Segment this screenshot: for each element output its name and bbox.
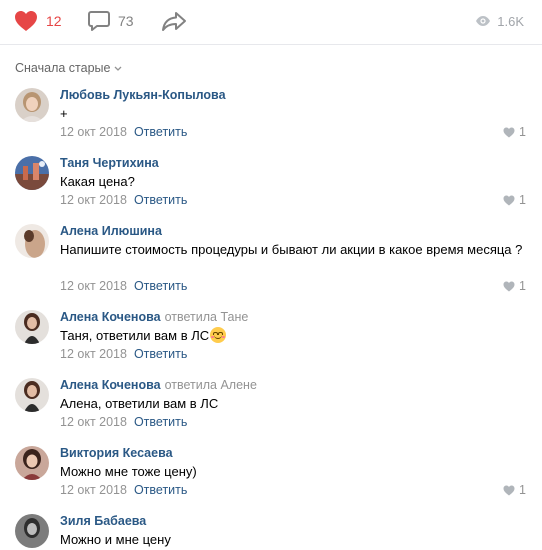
comment-date[interactable]: 12 окт 2018 (60, 347, 127, 361)
heart-icon (503, 485, 515, 495)
comment-item: Таня Чертихина Какая цена? 12 окт 2018 От… (0, 156, 542, 216)
comment-author[interactable]: Любовь Лукьян-Копылова (60, 88, 226, 102)
comment-header: Алена Илюшина (60, 224, 162, 238)
comment-meta: 12 окт 2018 Ответить (60, 483, 187, 497)
comment-date[interactable]: 12 окт 2018 (60, 279, 127, 293)
comment-meta: 12 окт 2018 Ответить (60, 415, 187, 429)
reply-to-name[interactable]: Алене (220, 378, 256, 392)
reply-to-name[interactable]: Тане (220, 310, 248, 324)
comment-author[interactable]: Алена Коченова (60, 310, 161, 324)
comment-date[interactable]: 12 окт 2018 (60, 125, 127, 139)
reply-button[interactable]: Ответить (134, 125, 187, 139)
avatar[interactable] (15, 88, 49, 122)
comment-like-count: 1 (519, 193, 526, 207)
comment-like-count: 1 (519, 279, 526, 293)
like-button[interactable]: 12 (14, 8, 62, 34)
comment-item: Алена Коченова ответила Алене Алена, отве… (0, 378, 542, 438)
comment-like-count: 1 (519, 125, 526, 139)
comment-like-button[interactable]: 1 (503, 125, 526, 139)
sort-label: Сначала старые (15, 61, 111, 75)
reply-button[interactable]: Ответить (134, 415, 187, 429)
comment-text: Можно и мне цену (60, 532, 171, 547)
avatar[interactable] (15, 310, 49, 344)
like-count: 12 (46, 13, 62, 29)
comment-author[interactable]: Таня Чертихина (60, 156, 159, 170)
comment-meta: 12 окт 2018 Ответить (60, 347, 187, 361)
comment-date[interactable]: 12 окт 2018 (60, 415, 127, 429)
comment-header: Алена Коченова ответила Тане (60, 310, 248, 324)
heart-icon (503, 195, 515, 205)
comment-header: Виктория Кесаева (60, 446, 173, 460)
reply-verb: ответила (164, 310, 217, 324)
comment-date[interactable]: 12 окт 2018 (60, 483, 127, 497)
actions-divider (0, 44, 542, 45)
comment-author[interactable]: Виктория Кесаева (60, 446, 173, 460)
comment-item: Алена Илюшина Напишите стоимость процеду… (0, 224, 542, 293)
comment-like-button[interactable]: 1 (503, 193, 526, 207)
share-icon (162, 12, 186, 31)
comment-item: Зиля Бабаева Можно и мне цену (0, 514, 542, 550)
comment-text-content: Таня, ответили вам в ЛС (60, 328, 210, 343)
views-count: 1.6K (497, 13, 524, 29)
comment-item: Любовь Лукьян-Копылова + 12 окт 2018 Отве… (0, 88, 542, 148)
comment-author[interactable]: Алена Коченова (60, 378, 161, 392)
share-button[interactable] (161, 8, 187, 34)
comment-text: Напишите стоимость процедуры и бывают ли… (60, 242, 523, 257)
comment-text: Можно мне тоже цену) (60, 464, 197, 479)
views-counter: 1.6K (475, 8, 524, 34)
comment-meta: 12 окт 2018 Ответить (60, 279, 187, 293)
eye-icon (476, 16, 491, 26)
comment-count: 73 (118, 13, 134, 29)
avatar[interactable] (15, 514, 49, 548)
comment-text: + (60, 106, 68, 121)
comment-like-button[interactable]: 1 (503, 483, 526, 497)
comment-like-button[interactable]: 1 (503, 279, 526, 293)
heart-icon (15, 11, 37, 31)
avatar[interactable] (15, 224, 49, 258)
reply-button[interactable]: Ответить (134, 279, 187, 293)
post-actions-bar: 12 73 1.6K (0, 0, 542, 44)
comment-icon (88, 11, 110, 31)
reply-button[interactable]: Ответить (134, 347, 187, 361)
reply-button[interactable]: Ответить (134, 193, 187, 207)
comment-text: Какая цена? (60, 174, 135, 189)
comment-header: Зиля Бабаева (60, 514, 146, 528)
comment-header: Таня Чертихина (60, 156, 159, 170)
comment-author[interactable]: Алена Илюшина (60, 224, 162, 238)
reply-button[interactable]: Ответить (134, 483, 187, 497)
comment-item: Виктория Кесаева Можно мне тоже цену) 12… (0, 446, 542, 506)
comment-meta: 12 окт 2018 Ответить (60, 193, 187, 207)
comment-header: Любовь Лукьян-Копылова (60, 88, 226, 102)
avatar[interactable] (15, 378, 49, 412)
heart-icon (503, 281, 515, 291)
avatar[interactable] (15, 446, 49, 480)
comment-date[interactable]: 12 окт 2018 (60, 193, 127, 207)
comment-author[interactable]: Зиля Бабаева (60, 514, 146, 528)
comment-item: Алена Коченова ответила Тане Таня, ответи… (0, 310, 542, 370)
smile-emoji-icon (210, 327, 227, 343)
comment-text: Таня, ответили вам в ЛС (60, 327, 530, 345)
sort-dropdown[interactable]: Сначала старые (15, 61, 122, 75)
reply-verb: ответила (164, 378, 217, 392)
comment-like-count: 1 (519, 483, 526, 497)
avatar[interactable] (15, 156, 49, 190)
comment-text: Алена, ответили вам в ЛС (60, 396, 219, 411)
chevron-down-icon (115, 66, 122, 71)
heart-icon (503, 127, 515, 137)
comment-header: Алена Коченова ответила Алене (60, 378, 257, 392)
comment-meta: 12 окт 2018 Ответить (60, 125, 187, 139)
comment-button[interactable]: 73 (88, 8, 134, 34)
